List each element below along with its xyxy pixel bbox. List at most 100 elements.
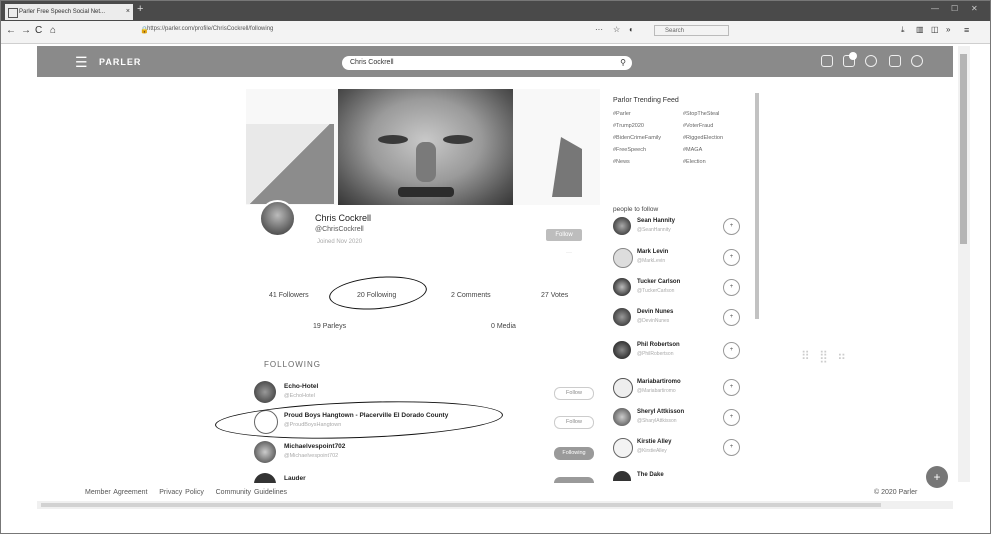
trending-tag[interactable]: #Election: [683, 159, 706, 165]
follow-suggestion-button[interactable]: +: [723, 218, 740, 235]
trending-tag[interactable]: #Parler: [613, 111, 631, 117]
follow-suggestion-button[interactable]: +: [723, 342, 740, 359]
suggested-user[interactable]: Mark Levin @MarkLevin +: [613, 248, 747, 270]
suggested-user-name[interactable]: Devin Nunes: [637, 309, 673, 315]
extensions-icon[interactable]: ◫: [931, 25, 939, 34]
new-post-button[interactable]: +: [926, 466, 948, 488]
browser-search-input[interactable]: Search: [654, 25, 729, 36]
sidebar-scrollbar[interactable]: [755, 93, 759, 319]
parler-search-input[interactable]: Chris Cockrell ⚲: [342, 56, 632, 70]
trending-tag[interactable]: #Trump2020: [613, 123, 644, 129]
community-guidelines-link[interactable]: Community Guidelines: [216, 489, 287, 496]
user-name[interactable]: Lauder: [284, 475, 306, 482]
suggested-user-avatar[interactable]: [613, 471, 631, 481]
stat-comments[interactable]: 2 Comments: [451, 292, 491, 299]
trending-tag[interactable]: #News: [613, 159, 630, 165]
suggested-user-avatar[interactable]: [613, 408, 631, 426]
trending-tag[interactable]: #FreeSpeech: [613, 147, 646, 153]
suggested-user-name[interactable]: Mark Levin: [637, 249, 668, 255]
user-name[interactable]: Echo-Hotel: [284, 383, 318, 390]
following-row[interactable]: Michaelvespoint702 @Michaelvespoint702 F…: [254, 441, 594, 469]
maximize-icon[interactable]: ☐: [951, 4, 958, 13]
trending-tag[interactable]: #VoterFraud: [683, 123, 713, 129]
suggested-user-avatar[interactable]: [613, 341, 631, 359]
suggested-user-avatar[interactable]: [613, 308, 631, 326]
stat-votes[interactable]: 27 Votes: [541, 292, 568, 299]
notifications-icon[interactable]: [865, 55, 877, 67]
stat-parleys[interactable]: 19 Parleys: [313, 323, 346, 330]
suggested-user[interactable]: Kirstie Alley @KirstieAlley +: [613, 438, 747, 460]
address-bar[interactable]: https://parler.com/profile/ChrisCockrell…: [147, 26, 273, 32]
suggested-user[interactable]: Sean Hannity @SeanHannity +: [613, 217, 747, 239]
suggested-user-name[interactable]: The Dake: [637, 472, 664, 478]
suggested-user[interactable]: Mariabartiromo @Mariabartiromo +: [613, 378, 747, 400]
pocket-icon[interactable]: ◐: [629, 25, 634, 34]
page-scrollbar-thumb[interactable]: [960, 54, 967, 244]
browser-tab[interactable]: Parler Free Speech Social Net... ×: [5, 4, 133, 20]
suggested-user[interactable]: The Dake: [613, 471, 747, 481]
menu-icon[interactable]: ≡: [964, 25, 969, 35]
hamburger-menu-icon[interactable]: ☰: [75, 54, 88, 71]
minimize-icon[interactable]: —: [931, 4, 939, 13]
follow-user-button[interactable]: Follow: [554, 387, 594, 400]
privacy-policy-link[interactable]: Privacy Policy: [159, 489, 204, 496]
page-actions-icon[interactable]: ···: [595, 25, 603, 34]
horizontal-scrollbar-thumb[interactable]: [41, 503, 881, 507]
following-row[interactable]: Lauder: [254, 473, 594, 483]
trending-tag[interactable]: #MAGA: [683, 147, 702, 153]
follow-user-button[interactable]: [554, 477, 594, 483]
trending-tag[interactable]: #RiggedElection: [683, 135, 723, 141]
suggested-user-name[interactable]: Mariabartiromo: [637, 379, 681, 385]
suggested-user[interactable]: Devin Nunes @DevinNunes +: [613, 308, 747, 330]
suggested-user-name[interactable]: Kirstie Alley: [637, 439, 671, 445]
horizontal-scrollbar[interactable]: [37, 501, 953, 509]
close-tab-icon[interactable]: ×: [126, 4, 130, 20]
suggested-user[interactable]: Tucker Carlson @TuckerCarlson +: [613, 278, 747, 300]
following-user-button[interactable]: Following: [554, 447, 594, 460]
suggested-user-name[interactable]: Phil Robertson: [637, 342, 680, 348]
user-avatar[interactable]: [254, 381, 276, 403]
library-icon[interactable]: ▥: [916, 25, 924, 34]
trending-tag[interactable]: #StopTheSteal: [683, 111, 719, 117]
page-scrollbar[interactable]: [958, 46, 970, 482]
forward-icon[interactable]: →: [21, 25, 31, 36]
follow-suggestion-button[interactable]: +: [723, 409, 740, 426]
suggested-user-avatar[interactable]: [613, 278, 631, 296]
trending-tag[interactable]: #BidenCrimeFamily: [613, 135, 661, 141]
parler-logo[interactable]: PARLER: [99, 57, 141, 67]
suggested-user-name[interactable]: Sheryl Attkisson: [637, 409, 684, 415]
messages-icon[interactable]: [889, 55, 901, 67]
sidebar-scrollbar-thumb[interactable]: [755, 93, 759, 319]
suggested-user-avatar[interactable]: [613, 248, 633, 268]
profile-nav-icon[interactable]: [911, 55, 923, 67]
suggested-user[interactable]: Sheryl Attkisson @SharylAttkisson +: [613, 408, 747, 430]
stat-followers[interactable]: 41 Followers: [269, 292, 309, 299]
follow-suggestion-button[interactable]: +: [723, 249, 740, 266]
suggested-user-avatar[interactable]: [613, 378, 633, 398]
profile-avatar[interactable]: [259, 200, 296, 237]
reload-icon[interactable]: C: [35, 25, 42, 36]
suggested-user-avatar[interactable]: [613, 438, 633, 458]
suggested-user-name[interactable]: Tucker Carlson: [637, 279, 680, 285]
overflow-icon[interactable]: »: [946, 25, 950, 34]
suggested-user-name[interactable]: Sean Hannity: [637, 218, 675, 224]
user-avatar[interactable]: [254, 473, 276, 483]
back-icon[interactable]: ←: [6, 25, 16, 36]
close-window-icon[interactable]: ✕: [971, 4, 978, 13]
home-nav-icon[interactable]: [821, 55, 833, 67]
downloads-icon[interactable]: ⤓: [901, 25, 905, 35]
follow-suggestion-button[interactable]: +: [723, 439, 740, 456]
follow-user-button[interactable]: Follow: [554, 416, 594, 429]
follow-suggestion-button[interactable]: +: [723, 279, 740, 296]
search-icon[interactable]: ⚲: [620, 56, 626, 70]
user-name[interactable]: Michaelvespoint702: [284, 443, 345, 450]
stat-media[interactable]: 0 Media: [491, 323, 516, 330]
home-icon[interactable]: ⌂: [50, 25, 56, 36]
follow-suggestion-button[interactable]: +: [723, 379, 740, 396]
new-tab-button[interactable]: +: [137, 3, 143, 15]
bookmark-star-icon[interactable]: ☆: [613, 25, 620, 34]
follow-button[interactable]: Follow: [546, 229, 582, 241]
member-agreement-link[interactable]: Member Agreement: [85, 489, 147, 496]
suggested-user[interactable]: Phil Robertson @PhilRobertson +: [613, 341, 747, 363]
more-options-icon[interactable]: ···: [566, 250, 572, 256]
